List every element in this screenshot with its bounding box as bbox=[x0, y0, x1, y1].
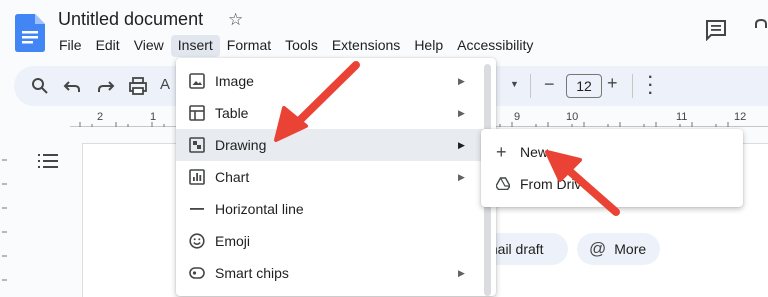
menu-format[interactable]: Format bbox=[220, 35, 278, 57]
submenu-item-label: From Drive bbox=[520, 176, 590, 192]
drawing-submenu: + New From Drive bbox=[481, 129, 743, 207]
more-options-icon[interactable]: · · · bbox=[648, 70, 653, 102]
search-menus-icon[interactable] bbox=[30, 76, 50, 96]
submenu-arrow-icon: ▶ bbox=[458, 139, 465, 150]
menu-item-smart-chips[interactable]: Smart chips ▶ bbox=[176, 257, 486, 289]
font-size-input[interactable]: 12 bbox=[566, 74, 602, 98]
menu-extensions[interactable]: Extensions bbox=[325, 35, 407, 57]
menu-bar: File Edit View Insert Format Tools Exten… bbox=[52, 35, 540, 57]
menu-view[interactable]: View bbox=[127, 35, 171, 57]
ruler-label: 10 bbox=[566, 111, 579, 123]
document-outline-icon[interactable] bbox=[38, 153, 58, 169]
insert-menu: Image ▶ Table ▶ Drawing ▶ Chart ▶ Horizo… bbox=[176, 58, 496, 296]
more-chip[interactable]: @ More bbox=[577, 233, 660, 265]
menu-item-chart[interactable]: Chart ▶ bbox=[176, 161, 486, 193]
menu-item-table[interactable]: Table ▶ bbox=[176, 97, 486, 129]
toolbar-divider bbox=[530, 74, 531, 98]
lock-share-icon[interactable] bbox=[752, 18, 768, 40]
menu-item-label: Horizontal line bbox=[215, 201, 304, 217]
menu-item-emoji[interactable]: Emoji bbox=[176, 225, 486, 257]
print-icon[interactable] bbox=[128, 76, 148, 96]
submenu-arrow-icon: ▶ bbox=[458, 107, 465, 118]
document-title[interactable]: Untitled document bbox=[58, 9, 203, 30]
font-dropdown-arrow-icon[interactable]: ▼ bbox=[510, 79, 519, 89]
drawing-icon bbox=[189, 137, 205, 153]
table-icon bbox=[189, 105, 205, 121]
menu-item-label: Image bbox=[215, 73, 254, 89]
menu-item-label: Table bbox=[215, 105, 249, 121]
menu-file[interactable]: File bbox=[52, 35, 89, 57]
ruler-label: 2 bbox=[97, 111, 104, 123]
toolbar-divider bbox=[632, 74, 633, 98]
submenu-arrow-icon: ▶ bbox=[458, 267, 465, 278]
ruler-label: 11 bbox=[676, 111, 688, 123]
spelling-icon[interactable]: A bbox=[160, 76, 170, 93]
vertical-ruler bbox=[2, 159, 7, 281]
ruler-label: 9 bbox=[514, 111, 521, 123]
more-label: More bbox=[614, 241, 647, 257]
menu-accessibility[interactable]: Accessibility bbox=[450, 35, 540, 57]
horizontal-line-icon bbox=[190, 208, 204, 210]
image-icon bbox=[189, 73, 205, 89]
menu-insert[interactable]: Insert bbox=[170, 35, 220, 57]
submenu-arrow-icon: ▶ bbox=[458, 75, 465, 86]
undo-icon[interactable] bbox=[63, 76, 83, 96]
decrease-font-size-button[interactable]: − bbox=[544, 74, 555, 95]
redo-icon[interactable] bbox=[95, 76, 115, 96]
submenu-item-new[interactable]: + New bbox=[481, 136, 743, 168]
menu-item-label: Chart bbox=[215, 169, 250, 185]
menu-tools[interactable]: Tools bbox=[278, 35, 325, 57]
drive-icon bbox=[496, 177, 510, 190]
plus-icon: + bbox=[496, 141, 507, 162]
ruler-label: 1 bbox=[150, 111, 157, 123]
menu-item-image[interactable]: Image ▶ bbox=[176, 65, 486, 97]
submenu-item-from-drive[interactable]: From Drive bbox=[481, 168, 743, 200]
increase-font-size-button[interactable]: + bbox=[607, 73, 618, 94]
emoji-icon bbox=[189, 233, 205, 249]
menu-edit[interactable]: Edit bbox=[89, 35, 127, 57]
menu-item-label: Drawing bbox=[215, 137, 267, 153]
chart-icon bbox=[189, 169, 205, 185]
at-sign-icon: @ bbox=[589, 239, 607, 258]
menu-item-drawing[interactable]: Drawing ▶ bbox=[176, 129, 486, 161]
ruler-label: 12 bbox=[734, 111, 747, 123]
submenu-arrow-icon: ▶ bbox=[458, 171, 465, 182]
smart-chips-icon bbox=[189, 267, 205, 279]
docs-logo-icon[interactable] bbox=[15, 14, 45, 52]
star-icon[interactable]: ☆ bbox=[228, 10, 243, 30]
menu-item-label: Smart chips bbox=[215, 265, 289, 281]
menu-help[interactable]: Help bbox=[407, 35, 450, 57]
menu-item-label: Emoji bbox=[215, 233, 251, 249]
menu-item-horizontal-line[interactable]: Horizontal line bbox=[176, 193, 486, 225]
submenu-item-label: New bbox=[520, 144, 549, 160]
comment-history-icon[interactable] bbox=[705, 19, 727, 41]
